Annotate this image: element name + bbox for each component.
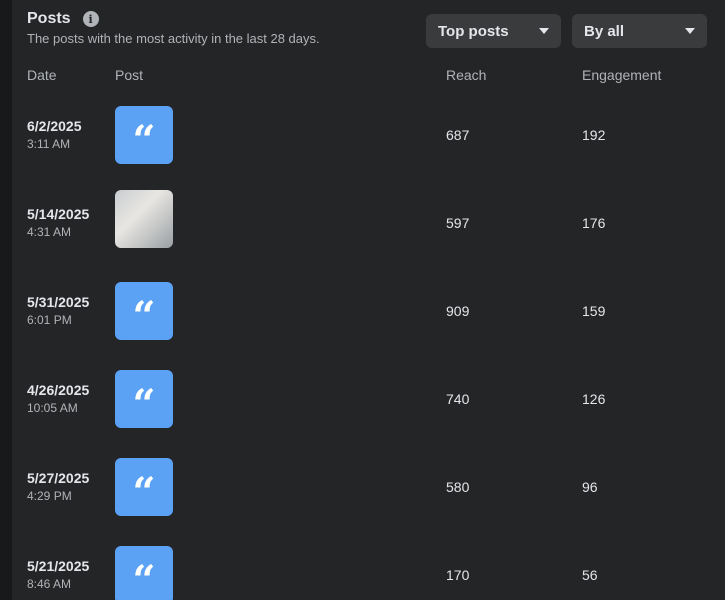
filter-dropdown-label: By all [584, 22, 625, 40]
post-time: 3:11 AM [27, 137, 71, 151]
post-time: 6:01 PM [27, 313, 72, 327]
quote-icon: “ [132, 117, 156, 164]
post-reach: 740 [446, 391, 470, 407]
table-row[interactable]: 5/14/2025 4:31 AM 597 176 [12, 180, 725, 268]
post-date: 5/31/2025 [27, 294, 90, 310]
column-header-reach[interactable]: Reach [446, 67, 486, 83]
post-reach: 597 [446, 215, 470, 231]
column-header-engagement[interactable]: Engagement [582, 67, 661, 83]
quote-icon: “ [132, 557, 156, 600]
post-engagement: 176 [582, 215, 606, 231]
table-row[interactable]: 5/21/2025 8:46 AM “ 170 56 [12, 532, 725, 600]
quote-icon: “ [132, 469, 156, 516]
sort-dropdown[interactable]: Top posts [426, 14, 561, 48]
table-row[interactable]: 4/26/2025 10:05 AM “ 740 126 [12, 356, 725, 444]
posts-subtitle: The posts with the most activity in the … [27, 31, 320, 46]
top-posts-card: Posts i The posts with the most activity… [12, 0, 725, 600]
column-header-date[interactable]: Date [27, 67, 57, 83]
post-engagement: 96 [582, 479, 598, 495]
post-engagement: 126 [582, 391, 606, 407]
quote-icon: “ [132, 381, 156, 428]
posts-title: Posts i [27, 10, 99, 28]
post-reach: 687 [446, 127, 470, 143]
sort-dropdown-label: Top posts [438, 22, 509, 40]
post-engagement: 192 [582, 127, 606, 143]
post-photo-thumbnail[interactable] [115, 190, 173, 248]
post-date: 6/2/2025 [27, 118, 82, 134]
table-row[interactable]: 5/31/2025 6:01 PM “ 909 159 [12, 268, 725, 356]
post-date: 5/21/2025 [27, 558, 90, 574]
column-header-post[interactable]: Post [115, 67, 143, 83]
info-icon[interactable]: i [82, 11, 99, 27]
post-time: 4:31 AM [27, 225, 72, 239]
post-quote-thumbnail[interactable]: “ [115, 458, 173, 516]
post-quote-thumbnail[interactable]: “ [115, 370, 173, 428]
post-reach: 909 [446, 303, 470, 319]
post-reach: 170 [446, 567, 470, 583]
post-quote-thumbnail[interactable]: “ [115, 106, 173, 164]
post-reach: 580 [446, 479, 470, 495]
post-date: 5/27/2025 [27, 470, 90, 486]
post-date: 5/14/2025 [27, 206, 90, 222]
post-engagement: 56 [582, 567, 598, 583]
quote-icon: “ [132, 293, 156, 340]
post-quote-thumbnail[interactable]: “ [115, 546, 173, 600]
post-time: 8:46 AM [27, 577, 72, 591]
post-engagement: 159 [582, 303, 606, 319]
post-time: 4:29 PM [27, 489, 72, 503]
post-time: 10:05 AM [27, 401, 78, 415]
table-row[interactable]: 5/27/2025 4:29 PM “ 580 96 [12, 444, 725, 532]
table-row[interactable]: 6/2/2025 3:11 AM “ 687 192 [12, 92, 725, 180]
post-quote-thumbnail[interactable]: “ [115, 282, 173, 340]
caret-down-icon [685, 28, 695, 34]
post-date: 4/26/2025 [27, 382, 90, 398]
filter-dropdown[interactable]: By all [572, 14, 707, 48]
caret-down-icon [539, 28, 549, 34]
posts-title-text: Posts [27, 10, 71, 27]
